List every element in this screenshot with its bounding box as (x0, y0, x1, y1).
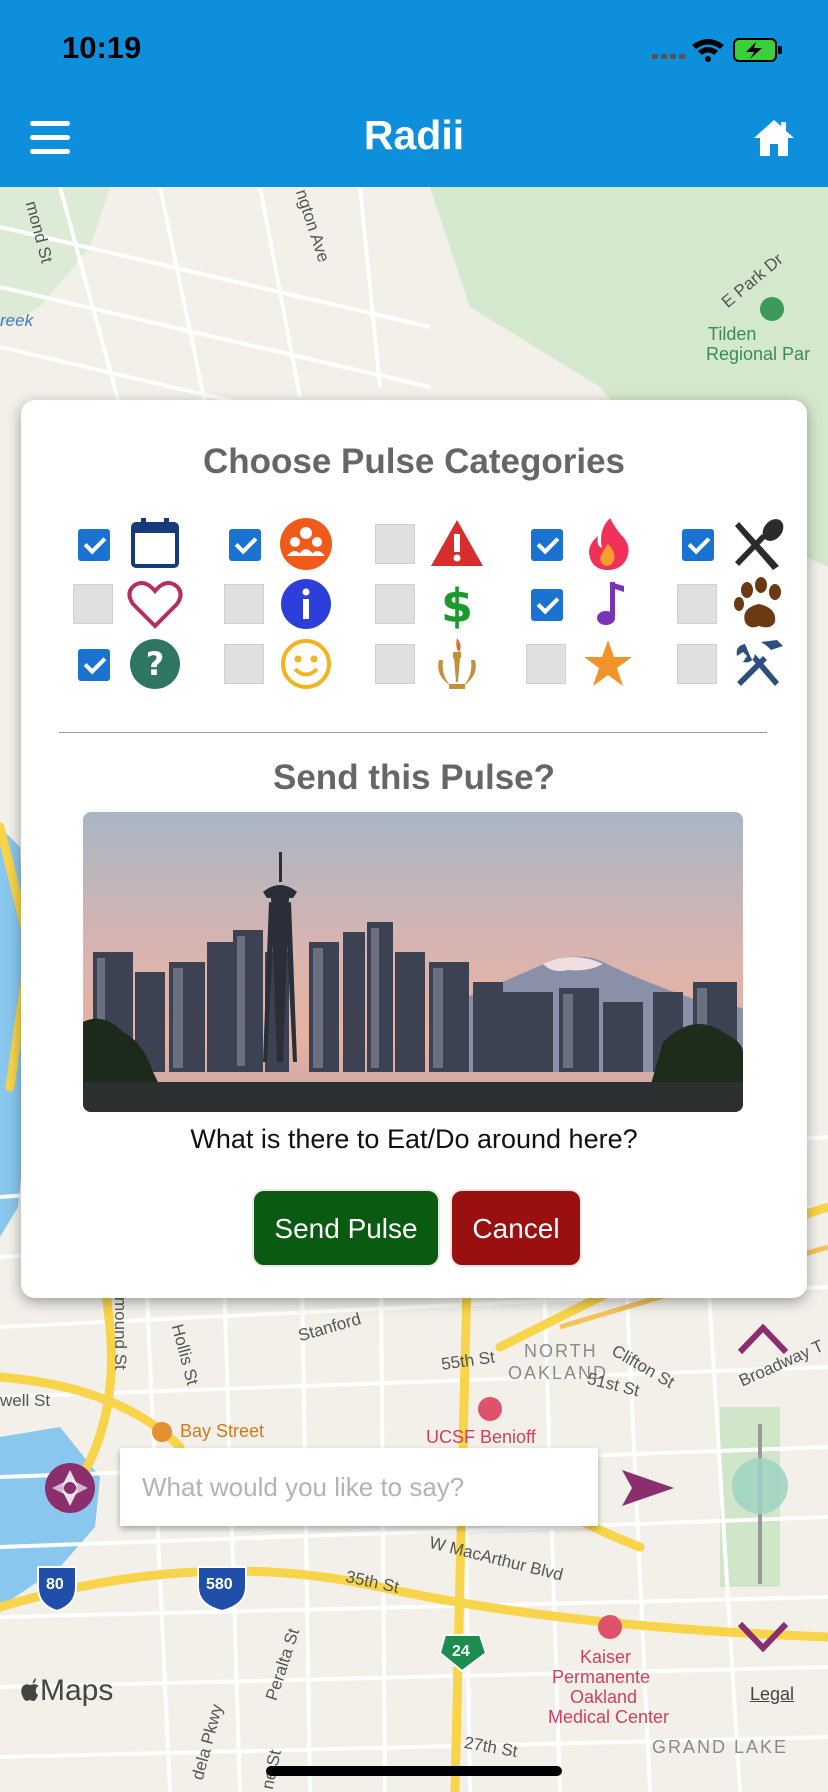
status-time: 10:19 (62, 30, 142, 65)
battery-icon (733, 38, 782, 62)
question-icon: ? (130, 639, 180, 689)
map-label: Regional Par (706, 344, 811, 364)
legal-link[interactable]: Legal (750, 1684, 794, 1705)
map-label: Bay Street (180, 1421, 265, 1441)
map-label: Permanente (552, 1667, 651, 1687)
wifi-icon (692, 39, 724, 62)
maps-attribution: Maps (20, 1674, 113, 1708)
dollar-icon: $ (441, 579, 473, 632)
paw-icon (734, 577, 781, 628)
category-checkbox[interactable] (526, 644, 566, 684)
status-icons (652, 38, 782, 62)
pulse-image (83, 812, 743, 1112)
zoom-down-button[interactable] (736, 1620, 790, 1656)
category-item[interactable] (224, 516, 364, 572)
map-label: NORTH (524, 1341, 598, 1361)
category-checkbox[interactable] (677, 644, 717, 684)
food-utensils-icon (735, 519, 784, 570)
send-pulse-button[interactable]: Send Pulse (252, 1189, 440, 1267)
category-checkbox[interactable] (224, 644, 264, 684)
info-icon (281, 579, 331, 629)
highway-shield-label: 580 (206, 1576, 233, 1593)
category-checkbox[interactable] (73, 644, 113, 684)
zoom-up-button[interactable] (736, 1320, 790, 1356)
svg-text:?: ? (146, 645, 165, 683)
highway-shield-label: 80 (46, 1576, 64, 1593)
category-checkbox[interactable] (375, 644, 415, 684)
warning-icon (431, 520, 483, 566)
map-label: well St (0, 1391, 51, 1410)
category-item[interactable] (224, 576, 364, 632)
chevron-up-icon (737, 1323, 789, 1355)
map-label: Oakland (570, 1687, 638, 1707)
send-button[interactable] (620, 1468, 676, 1508)
divider (59, 732, 767, 733)
map-label: Kaiser (580, 1647, 632, 1667)
fire-icon (589, 518, 629, 570)
category-checkbox[interactable] (677, 584, 717, 624)
tools-icon (736, 640, 783, 686)
torch-laurel-icon (438, 638, 476, 689)
cellular-signal-icon (652, 54, 685, 59)
categories-title: Choose Pulse Categories (202, 442, 626, 481)
category-item[interactable] (526, 636, 666, 692)
status-bar: 10:19 (0, 0, 828, 88)
svg-text:$: $ (441, 579, 473, 632)
map-label: UCSF Benioff (426, 1427, 536, 1447)
map-label: Tilden (708, 324, 757, 344)
page-title: Radii (363, 112, 465, 158)
category-checkbox[interactable] (73, 524, 113, 564)
nav-bar: Radii (0, 88, 828, 187)
category-checkbox[interactable] (375, 524, 415, 564)
category-checkbox[interactable] (677, 524, 717, 564)
send-arrow-icon (622, 1470, 674, 1506)
category-item[interactable] (526, 516, 666, 572)
category-checkbox[interactable] (224, 524, 264, 564)
camera-button[interactable] (44, 1462, 96, 1514)
music-note-icon (597, 582, 624, 625)
camera-shutter-icon (45, 1463, 95, 1513)
category-checkbox[interactable] (526, 524, 566, 564)
home-icon (754, 120, 794, 156)
category-item[interactable] (224, 636, 364, 692)
category-item[interactable] (375, 516, 515, 572)
category-item[interactable] (526, 576, 666, 632)
map-label: reek (0, 311, 34, 330)
apple-logo-icon (21, 1678, 39, 1701)
category-checkbox[interactable] (73, 584, 113, 624)
cancel-button[interactable]: Cancel (450, 1189, 582, 1267)
highway-shield-label: 24 (452, 1643, 470, 1660)
category-checkbox[interactable] (375, 584, 415, 624)
group-icon (280, 518, 332, 570)
heart-icon (127, 581, 183, 629)
map-label: mound St (111, 1297, 130, 1370)
map-label: Medical Center (548, 1707, 670, 1727)
chevron-down-icon (737, 1621, 789, 1653)
map-label: GRAND LAKE (652, 1737, 789, 1757)
category-item[interactable] (677, 516, 817, 572)
pulse-question: What is there to Eat/Do around here? (190, 1124, 638, 1154)
category-item[interactable] (375, 636, 515, 692)
radius-slider-thumb[interactable] (732, 1458, 788, 1514)
pulse-modal: Choose Pulse Categories $ ? Send this Pu… (21, 400, 807, 1298)
send-title: Send this Pulse? (273, 758, 555, 797)
category-item[interactable] (677, 636, 817, 692)
home-indicator (266, 1766, 562, 1776)
category-item[interactable]: ? (73, 636, 213, 692)
home-button[interactable] (752, 116, 796, 160)
category-checkbox[interactable] (224, 584, 264, 624)
message-input[interactable] (120, 1448, 598, 1526)
category-item[interactable]: $ (375, 576, 515, 632)
category-checkbox[interactable] (526, 584, 566, 624)
star-icon (584, 640, 632, 686)
category-item[interactable] (73, 516, 213, 572)
category-item[interactable] (73, 576, 213, 632)
category-item[interactable] (677, 576, 817, 632)
maps-attribution-text: Maps (40, 1674, 114, 1707)
calendar-icon (131, 518, 179, 568)
smiley-icon (281, 639, 331, 689)
